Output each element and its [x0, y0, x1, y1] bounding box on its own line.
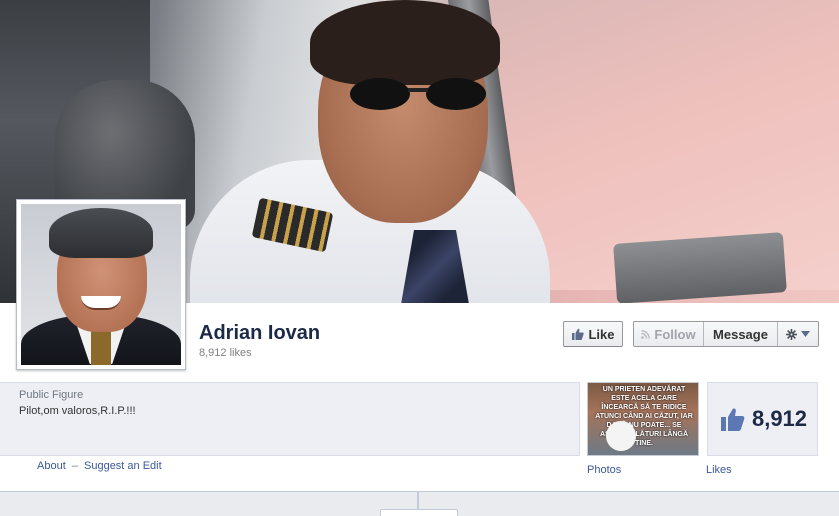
- page-category: Public Figure: [19, 389, 84, 401]
- like-button-label: Like: [588, 326, 615, 342]
- photos-thumbnail-dog: [606, 421, 636, 451]
- message-button[interactable]: Message: [704, 322, 778, 346]
- likes-app-tile[interactable]: 8,912: [707, 382, 818, 456]
- profile-hair: [49, 208, 153, 258]
- about-link[interactable]: About: [37, 460, 66, 472]
- cover-pilot-hair: [310, 0, 500, 85]
- photos-app-thumbnail[interactable]: UN PRIETEN ADEVĂRAT ESTE ACELA CARE ÎNCE…: [587, 382, 699, 456]
- page-name[interactable]: Adrian Iovan: [199, 322, 320, 345]
- photos-app-link[interactable]: Photos: [587, 464, 621, 476]
- profile-picture-image: [21, 204, 181, 365]
- settings-dropdown-button[interactable]: [778, 322, 818, 346]
- page-description: Pilot,om valoros,R.I.P.!!!: [19, 405, 136, 417]
- gear-icon: [786, 328, 797, 340]
- page-actions-group: Follow Message: [633, 321, 819, 347]
- cover-dashboard: [613, 232, 787, 303]
- page-timeline: Adrian Iovan 8,912 likes Like Follow Mes…: [0, 0, 839, 516]
- caret-down-icon: [801, 331, 810, 337]
- cover-sunglasses: [350, 78, 486, 110]
- like-button[interactable]: Like: [563, 321, 623, 347]
- about-separator: –: [71, 460, 78, 472]
- thumbs-up-icon: [571, 328, 585, 340]
- suggest-edit-link[interactable]: Suggest an Edit: [84, 460, 162, 472]
- profile-picture[interactable]: [16, 199, 186, 370]
- timeline-post-stub: [380, 509, 458, 516]
- about-box: [0, 382, 580, 456]
- about-links: About – Suggest an Edit: [37, 460, 162, 472]
- likes-app-count: 8,912: [751, 406, 808, 431]
- likes-summary: 8,912 likes: [199, 347, 252, 359]
- rss-icon: [641, 329, 651, 339]
- likes-app-link[interactable]: Likes: [706, 464, 732, 476]
- thumbs-up-icon: [718, 407, 746, 431]
- message-button-label: Message: [713, 326, 768, 342]
- follow-button[interactable]: Follow: [634, 322, 704, 346]
- follow-button-label: Follow: [654, 326, 696, 342]
